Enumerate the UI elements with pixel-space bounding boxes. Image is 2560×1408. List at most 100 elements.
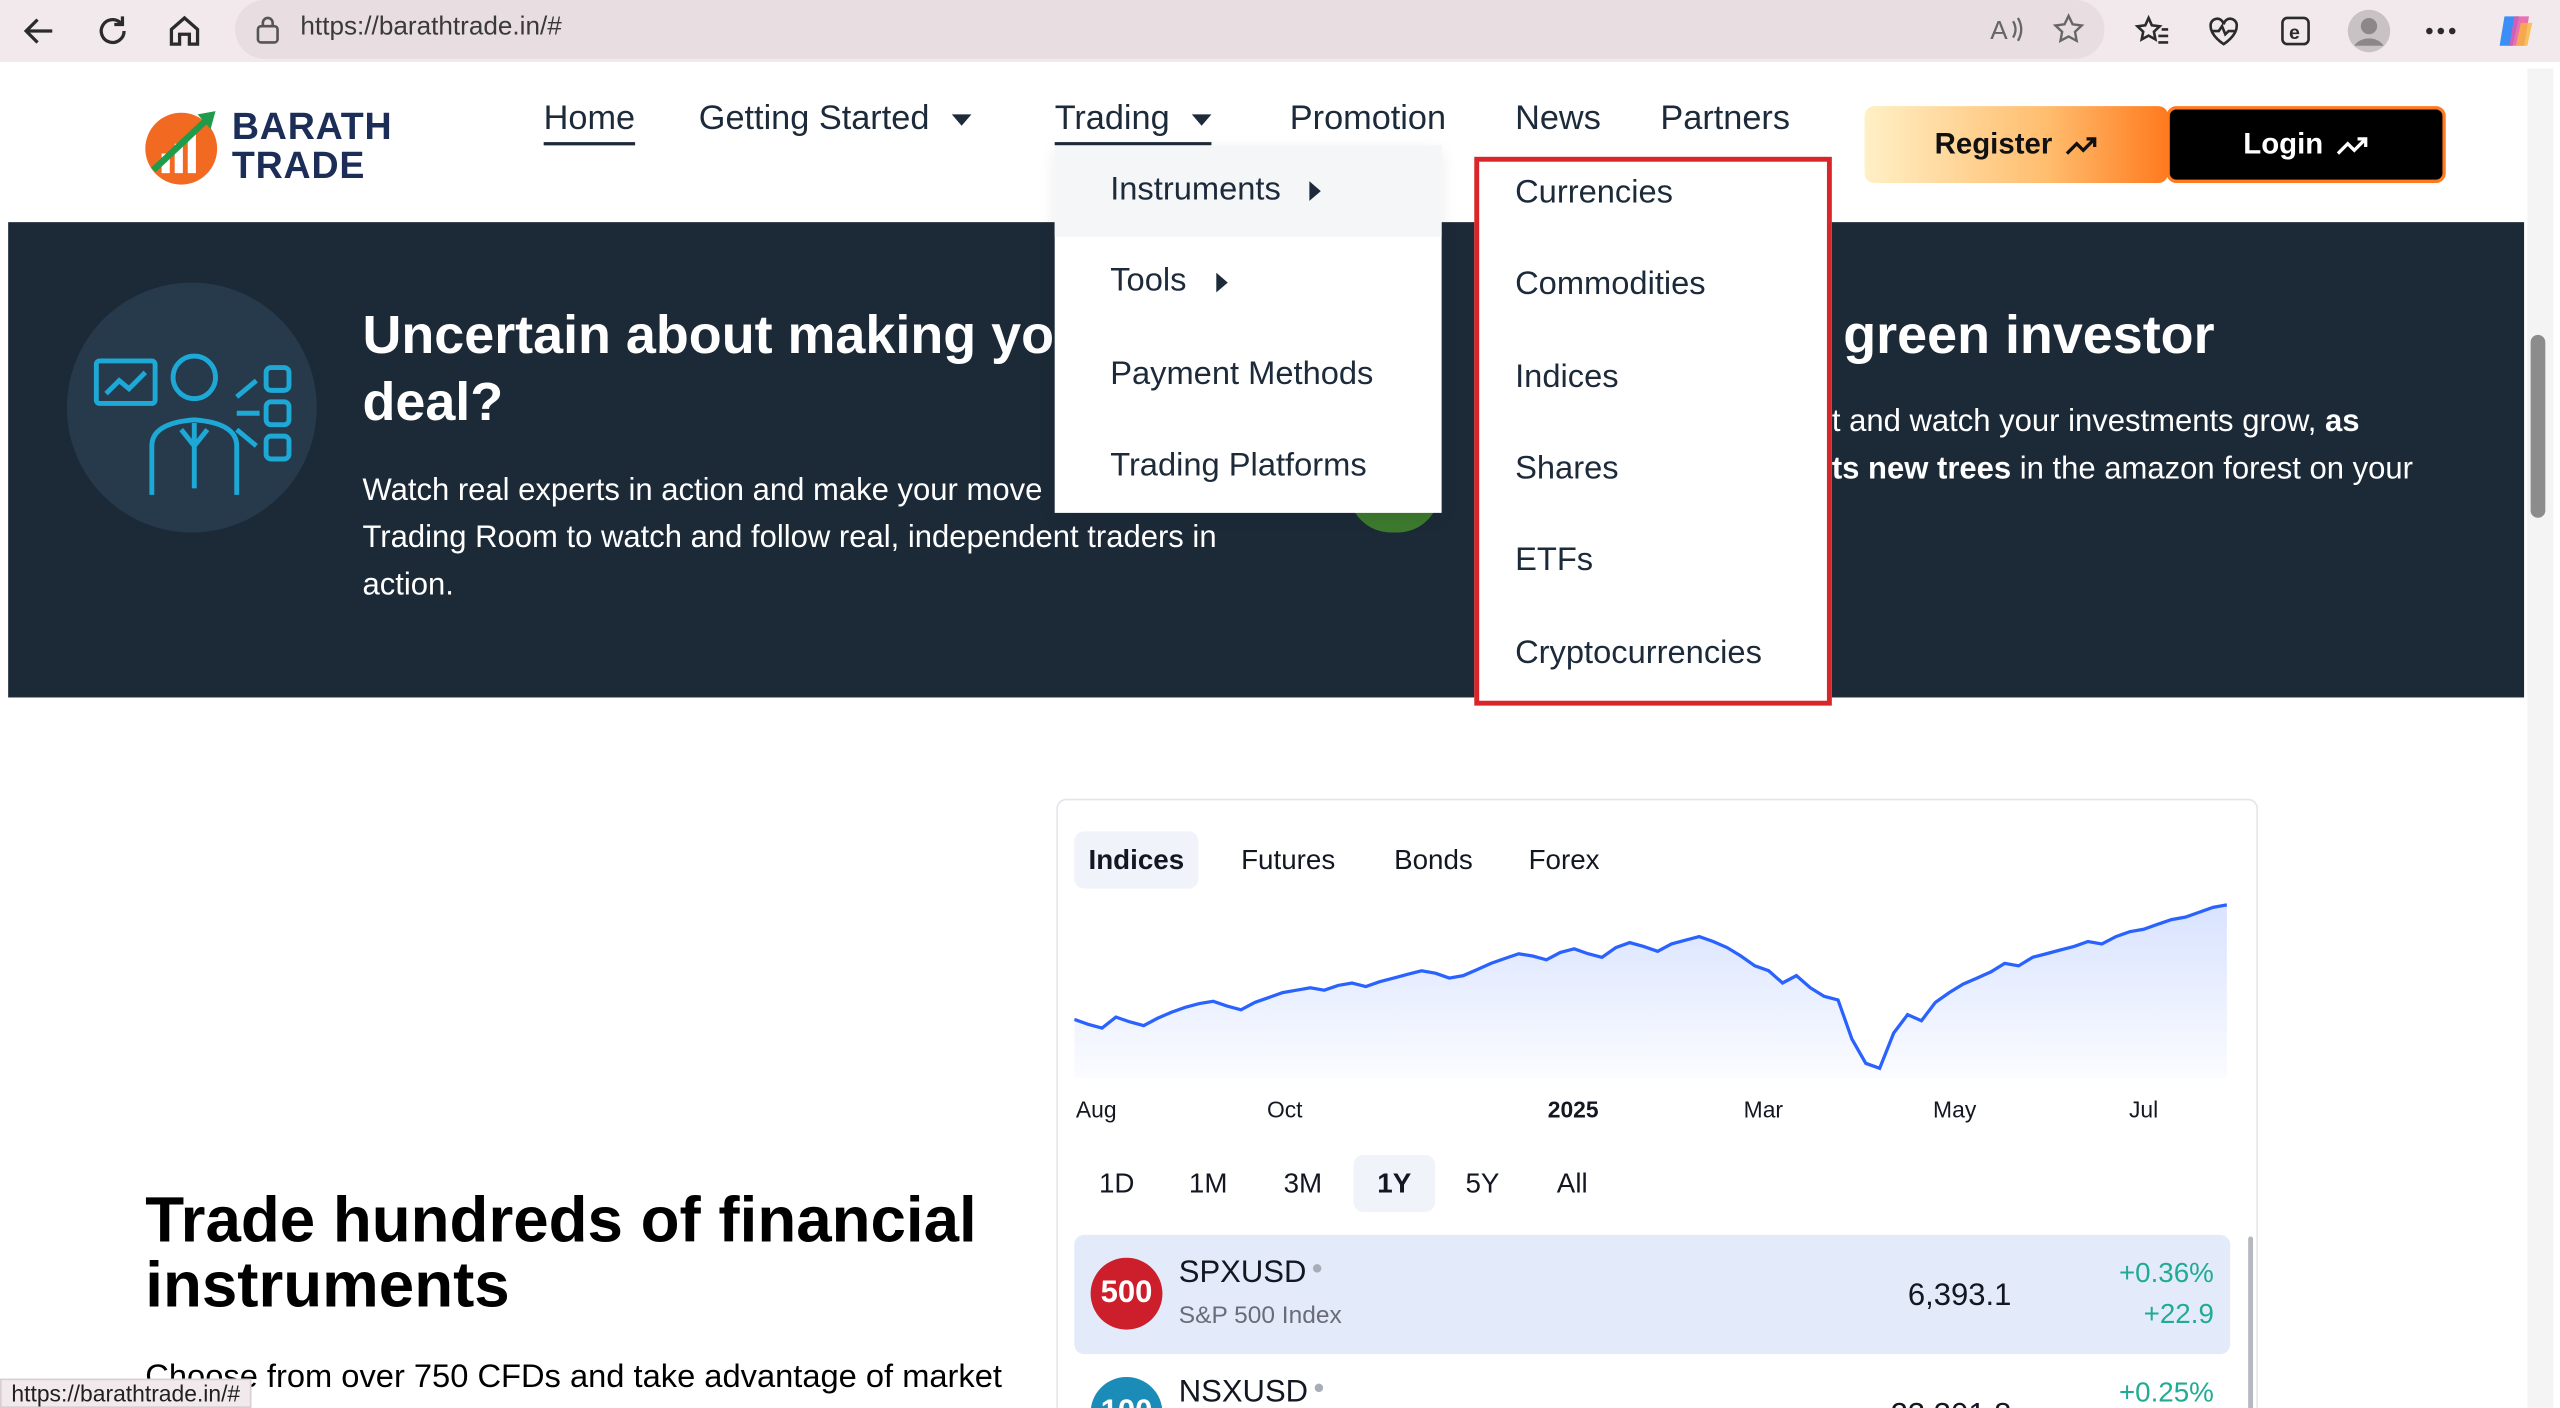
- submenu-item-currencies[interactable]: Currencies: [1515, 175, 1673, 213]
- menu-item-tools-label[interactable]: Tools: [1110, 263, 1186, 299]
- address-url[interactable]: https://barathtrade.in/#: [300, 13, 561, 42]
- logo-mark-icon: [145, 111, 218, 185]
- x-tick-mar: Mar: [1743, 1096, 1784, 1123]
- submenu-item-commodities[interactable]: Commodities: [1515, 266, 1706, 304]
- svg-text:A: A: [1990, 15, 2008, 45]
- menu-item-instruments[interactable]: Instruments: [1110, 172, 1322, 210]
- lock-icon[interactable]: [255, 15, 281, 53]
- range-3m[interactable]: 3M: [1267, 1155, 1339, 1212]
- hero-right-text-line2: ts new trees in the amazon forest on you…: [1832, 446, 2413, 493]
- copilot-icon[interactable]: [2491, 7, 2540, 56]
- more-options-icon[interactable]: [2418, 10, 2464, 52]
- tab-bonds[interactable]: Bonds: [1381, 831, 1485, 888]
- nav-home[interactable]: Home: [543, 100, 636, 146]
- edge-collections-icon[interactable]: e: [2273, 10, 2319, 52]
- section-title-line1: Trade hundreds of financial: [145, 1185, 977, 1257]
- chart-area-fill: [1074, 904, 2227, 1079]
- section-description: Choose from over 750 CFDs and take advan…: [145, 1358, 1002, 1395]
- hero-right-text-line2-b: in the amazon forest on your: [2011, 452, 2413, 487]
- row-change-percent: +0.25%: [2118, 1376, 2214, 1408]
- submenu-item-shares[interactable]: Shares: [1515, 451, 1618, 489]
- nav-getting-started[interactable]: Getting Started: [699, 100, 972, 139]
- read-aloud-icon[interactable]: A: [1985, 10, 2027, 49]
- range-all[interactable]: All: [1540, 1155, 1605, 1212]
- register-button[interactable]: Register: [1864, 106, 2169, 183]
- chevron-down-icon[interactable]: [952, 114, 972, 126]
- nav-trading[interactable]: Trading: [1054, 100, 1213, 146]
- login-button[interactable]: Login: [2166, 106, 2446, 183]
- hero-right-title: green investor: [1843, 303, 2215, 365]
- trend-up-icon: [2065, 136, 2097, 154]
- range-1y[interactable]: 1Y: [1353, 1154, 1436, 1212]
- row-value: 23,301.8: [1845, 1398, 2012, 1408]
- address-bar[interactable]: https://barathtrade.in/# A: [235, 0, 2105, 59]
- tab-forex[interactable]: Forex: [1513, 831, 1614, 888]
- logo-text-line2: TRADE: [231, 143, 366, 187]
- trader-illustration-icon: [93, 353, 292, 495]
- row-symbol[interactable]: SPXUSD ●: [1179, 1256, 1323, 1292]
- submenu-item-etfs[interactable]: ETFs: [1515, 542, 1593, 580]
- hero-right-text-line1: t and watch your investments grow, as: [1832, 399, 2413, 446]
- hero-left-text-line2: Trading Room to watch and follow real, i…: [362, 521, 1217, 556]
- submenu-item-indices[interactable]: Indices: [1515, 359, 1618, 397]
- x-tick-jul: Jul: [2128, 1096, 2159, 1123]
- nav-promotion[interactable]: Promotion: [1290, 100, 1446, 139]
- page-scroll-thumb[interactable]: [2530, 334, 2546, 518]
- browser-toolbar: https://barathtrade.in/# A e: [0, 0, 2560, 63]
- trading-dropdown: Instruments Tools Payment Methods Tradin…: [1054, 145, 1442, 513]
- instruments-submenu: Currencies Commodities Indices Shares ET…: [1474, 156, 1832, 706]
- row-symbol[interactable]: NSXUSD ●: [1179, 1375, 1325, 1408]
- tab-futures[interactable]: Futures: [1224, 831, 1351, 888]
- status-bar-url: https://barathtrade.in/#: [0, 1378, 252, 1408]
- chevron-right-icon[interactable]: [1310, 180, 1322, 201]
- menu-item-payment-methods[interactable]: Payment Methods: [1110, 356, 1373, 394]
- range-1m[interactable]: 1M: [1172, 1155, 1244, 1212]
- row-description: S&P 500 Index: [1178, 1301, 1342, 1330]
- range-1d[interactable]: 1D: [1084, 1155, 1149, 1212]
- refresh-icon[interactable]: [90, 10, 136, 52]
- x-tick-may: May: [1933, 1096, 1977, 1123]
- submenu-item-cryptocurrencies[interactable]: Cryptocurrencies: [1515, 635, 1762, 673]
- page-scrollbar[interactable]: [2527, 68, 2554, 1408]
- trend-up-icon: [2336, 136, 2368, 154]
- x-tick-2025: 2025: [1547, 1096, 1599, 1123]
- home-icon[interactable]: [162, 10, 208, 52]
- section-title-line2: instruments: [145, 1251, 510, 1322]
- spx-badge-icon: 500: [1090, 1257, 1163, 1330]
- nav-trading-label[interactable]: Trading: [1055, 100, 1170, 138]
- chevron-right-icon[interactable]: [1215, 272, 1228, 292]
- hero-left-title: Uncertain about making you deal?: [362, 301, 1086, 435]
- row-symbol-text[interactable]: SPXUSD: [1179, 1256, 1307, 1290]
- x-tick-aug: Aug: [1075, 1096, 1117, 1123]
- favorite-star-icon[interactable]: [2047, 10, 2089, 49]
- nav-partners[interactable]: Partners: [1660, 100, 1790, 139]
- site-logo[interactable]: BARATH TRADE: [144, 105, 393, 187]
- profile-avatar-icon[interactable]: [2344, 7, 2393, 56]
- menu-item-instruments-label[interactable]: Instruments: [1110, 172, 1281, 208]
- section-title: Trade hundreds of financial instruments: [145, 1185, 977, 1322]
- range-5y[interactable]: 5Y: [1450, 1155, 1515, 1212]
- back-arrow-icon[interactable]: [16, 10, 62, 52]
- list-scrollbar[interactable]: [2248, 1236, 2254, 1408]
- market-chart[interactable]: [1074, 895, 2227, 1079]
- menu-item-tools[interactable]: Tools: [1110, 263, 1228, 301]
- logo-text-line1: BARATH: [231, 104, 393, 148]
- hero-left-text-line3: action.: [362, 568, 454, 603]
- health-heart-icon[interactable]: [2201, 10, 2247, 52]
- row-change-percent: +0.36%: [2118, 1257, 2214, 1289]
- row-symbol-text[interactable]: NSXUSD: [1179, 1375, 1308, 1408]
- row-change-absolute: +22.9: [2143, 1298, 2214, 1330]
- x-tick-oct: Oct: [1266, 1096, 1303, 1123]
- menu-item-trading-platforms[interactable]: Trading Platforms: [1110, 448, 1366, 486]
- hero-right-text: t and watch your investments grow, as ts…: [1832, 399, 2413, 494]
- register-label[interactable]: Register: [1935, 127, 2053, 161]
- svg-text:e: e: [2289, 22, 2300, 44]
- nav-news[interactable]: News: [1515, 100, 1601, 139]
- tab-indices[interactable]: Indices: [1074, 831, 1199, 889]
- nav-getting-started-label[interactable]: Getting Started: [699, 100, 930, 138]
- login-label[interactable]: Login: [2243, 127, 2323, 161]
- favorites-icon[interactable]: [2129, 10, 2175, 52]
- table-row[interactable]: [1074, 1234, 2231, 1355]
- chevron-down-icon[interactable]: [1192, 114, 1213, 126]
- hero-right-text-line1-a: t and watch your investments grow,: [1831, 405, 2325, 440]
